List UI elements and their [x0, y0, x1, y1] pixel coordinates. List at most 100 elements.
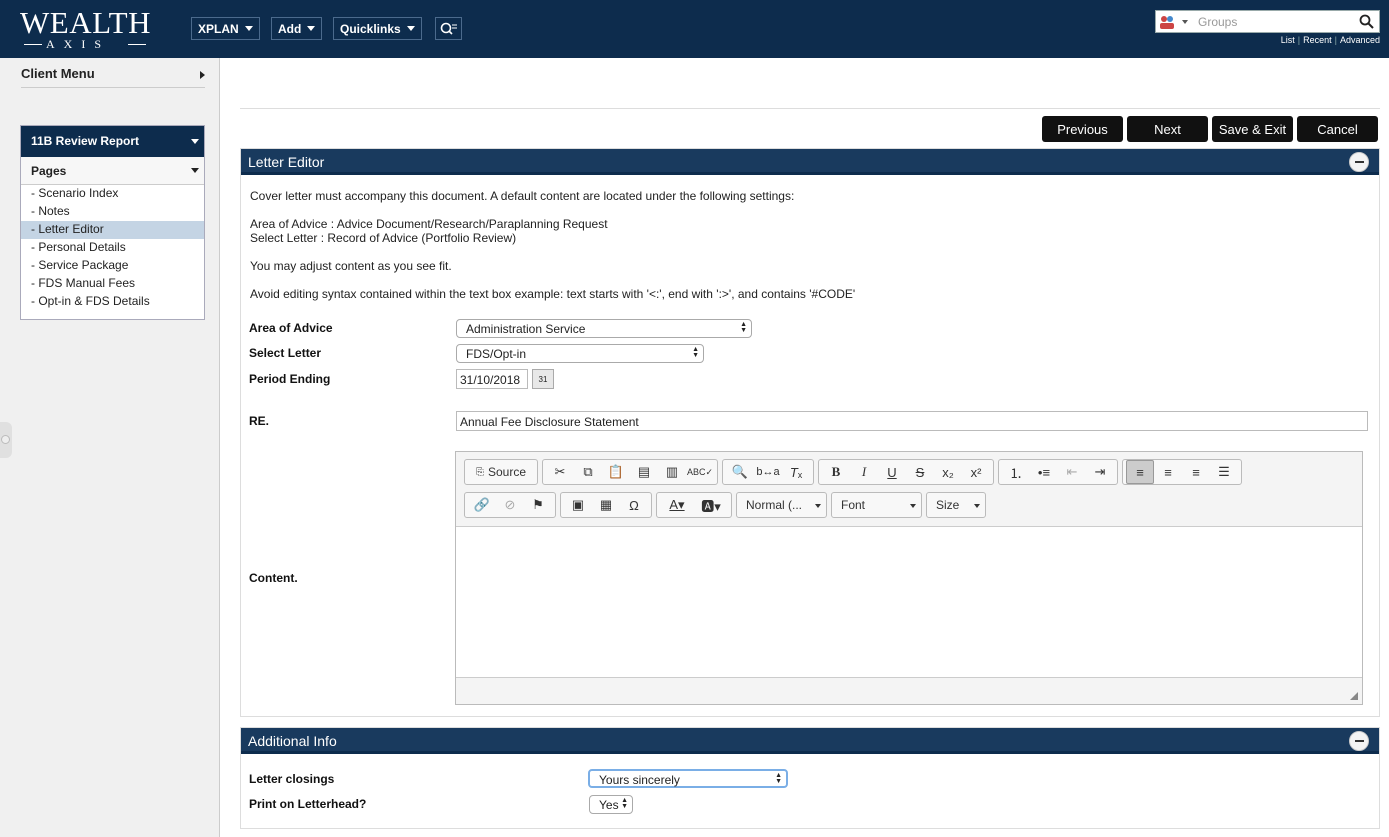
strikethrough-icon[interactable]: S — [906, 460, 934, 484]
anchor-flag-icon[interactable]: ⚑ — [524, 493, 552, 517]
format-dropdown[interactable]: Normal (... — [736, 492, 827, 518]
collapse-minus-icon[interactable] — [1349, 731, 1369, 751]
search-icon[interactable] — [1359, 14, 1375, 30]
special-character-icon[interactable]: Ω — [620, 493, 648, 517]
additional-info-section: Additional Info — [240, 727, 1380, 829]
chevron-down-icon — [307, 26, 316, 31]
letter-closings-value: Yours sincerely — [599, 773, 680, 787]
previous-button[interactable]: Previous — [1042, 116, 1123, 142]
select-letter-value: FDS/Opt-in — [466, 347, 527, 361]
client-menu-label: Client Menu — [21, 66, 95, 81]
cancel-button[interactable]: Cancel — [1297, 116, 1378, 142]
source-label: Source — [487, 465, 527, 479]
report-title-bar[interactable]: 11B Review Report — [21, 126, 204, 157]
save-exit-button[interactable]: Save & Exit — [1212, 116, 1293, 142]
format-dropdown-label: Normal (... — [746, 498, 803, 512]
area-of-advice-label: Area of Advice — [249, 321, 333, 335]
chevron-down-icon — [815, 504, 821, 508]
search-link-list[interactable]: List — [1281, 35, 1295, 45]
subscript-icon[interactable]: x₂ — [934, 460, 962, 484]
re-input[interactable]: Annual Fee Disclosure Statement — [456, 411, 1368, 431]
search-link-advanced[interactable]: Advanced — [1340, 35, 1380, 45]
background-color-icon[interactable]: 🅰▾ — [694, 493, 728, 517]
page-link-opt-in-fds-details[interactable]: - Opt-in & FDS Details — [21, 293, 204, 311]
paste-text-icon[interactable]: ▤ — [630, 460, 658, 484]
logo-rule-right — [128, 44, 146, 45]
logo-sub-text: AXIS — [46, 37, 111, 51]
search-link-recent[interactable]: Recent — [1303, 35, 1332, 45]
align-center-icon[interactable]: ≡ — [1154, 460, 1182, 484]
paste-icon[interactable]: 📋 — [602, 460, 630, 484]
indent-icon[interactable]: ⇥ — [1086, 460, 1114, 484]
area-of-advice-note: Area of Advice : Advice Document/Researc… — [250, 217, 608, 231]
print-letterhead-value: Yes — [599, 798, 619, 812]
spellcheck-icon[interactable]: ABC✓ — [686, 460, 714, 484]
page-link-notes[interactable]: - Notes — [21, 203, 204, 221]
table-icon[interactable]: ▦ — [592, 493, 620, 517]
chevron-down-icon — [974, 504, 980, 508]
sidebar-collapse-handle[interactable] — [0, 422, 12, 458]
intro-text: Cover letter must accompany this documen… — [250, 189, 795, 203]
bulleted-list-icon[interactable]: •≡ — [1030, 460, 1058, 484]
group-search[interactable]: Groups — [1155, 10, 1380, 33]
find-icon[interactable]: 🔍 — [726, 460, 754, 484]
superscript-icon[interactable]: x² — [962, 460, 990, 484]
page-link-fds-manual-fees[interactable]: - FDS Manual Fees — [21, 275, 204, 293]
align-right-icon[interactable]: ≡ — [1182, 460, 1210, 484]
resize-handle-icon[interactable] — [1350, 692, 1358, 700]
nav-quicklinks-menu[interactable]: Quicklinks — [333, 17, 422, 40]
replace-icon[interactable]: b↔a — [754, 460, 782, 484]
remove-format-icon[interactable]: Tₓ — [782, 460, 810, 484]
font-dropdown[interactable]: Font — [831, 492, 922, 518]
nav-add-menu[interactable]: Add — [271, 17, 323, 40]
next-button[interactable]: Next — [1127, 116, 1208, 142]
italic-icon[interactable]: I — [850, 460, 878, 484]
area-of-advice-select[interactable]: Administration Service ▲ ▼ — [456, 319, 752, 338]
chevron-down-icon — [191, 168, 199, 173]
select-letter-select[interactable]: FDS/Opt-in ▲ ▼ — [456, 344, 704, 363]
chevron-down-icon — [244, 26, 253, 31]
page-link-scenario-index[interactable]: - Scenario Index — [21, 185, 204, 203]
bold-icon[interactable]: B — [822, 460, 850, 484]
page-link-letter-editor[interactable]: - Letter Editor — [21, 221, 204, 239]
source-button[interactable]: ⎘ Source — [468, 460, 534, 484]
select-arrows-icon: ▲ ▼ — [692, 346, 699, 359]
text-color-icon[interactable]: A▾ — [660, 493, 694, 517]
search-links: List | Recent | Advanced — [1280, 35, 1380, 45]
chevron-down-icon — [191, 139, 199, 144]
page-link-personal-details[interactable]: - Personal Details — [21, 239, 204, 257]
page-link-service-package[interactable]: - Service Package — [21, 257, 204, 275]
align-left-icon[interactable]: ≡ — [1126, 460, 1154, 484]
client-menu[interactable]: Client Menu — [21, 66, 205, 88]
underline-icon[interactable]: U — [878, 460, 906, 484]
content-editor-area[interactable] — [456, 526, 1362, 678]
search-input[interactable]: Groups — [1198, 15, 1359, 29]
search-list-icon — [440, 22, 457, 35]
additional-info-title: Additional Info — [248, 733, 337, 749]
syntax-warning: Avoid editing syntax contained within th… — [250, 287, 856, 301]
print-letterhead-select[interactable]: Yes ▲ ▼ — [589, 795, 633, 814]
nav-xplan-menu[interactable]: XPLAN — [191, 17, 260, 40]
period-ending-input[interactable]: 31/10/2018 — [456, 369, 528, 389]
size-dropdown[interactable]: Size — [926, 492, 986, 518]
font-dropdown-label: Font — [841, 498, 866, 512]
collapse-minus-icon[interactable] — [1349, 152, 1369, 172]
image-icon[interactable]: ▣ — [564, 493, 592, 517]
wealth-axis-logo[interactable]: WEALTH AXIS — [20, 7, 152, 52]
link-icon[interactable]: 🔗 — [468, 493, 496, 517]
adjust-note: You may adjust content as you see fit. — [250, 259, 452, 273]
pages-header[interactable]: Pages — [21, 157, 204, 185]
groups-icon — [1160, 15, 1188, 29]
quick-search-button[interactable] — [435, 17, 462, 40]
source-icon: ⎘ — [475, 466, 484, 478]
copy-icon[interactable]: ⧉ — [574, 460, 602, 484]
unlink-icon[interactable]: ⊘ — [496, 493, 524, 517]
calendar-icon[interactable]: 31 — [532, 369, 554, 389]
paste-word-icon[interactable]: ▥ — [658, 460, 686, 484]
cut-icon[interactable]: ✂ — [546, 460, 574, 484]
outdent-icon[interactable]: ⇤ — [1058, 460, 1086, 484]
letter-closings-select[interactable]: Yours sincerely ▲ ▼ — [588, 769, 788, 788]
numbered-list-icon[interactable]: ⒈ — [1002, 460, 1030, 484]
select-arrows-icon: ▲ ▼ — [775, 772, 782, 785]
justify-icon[interactable]: ☰ — [1210, 460, 1238, 484]
